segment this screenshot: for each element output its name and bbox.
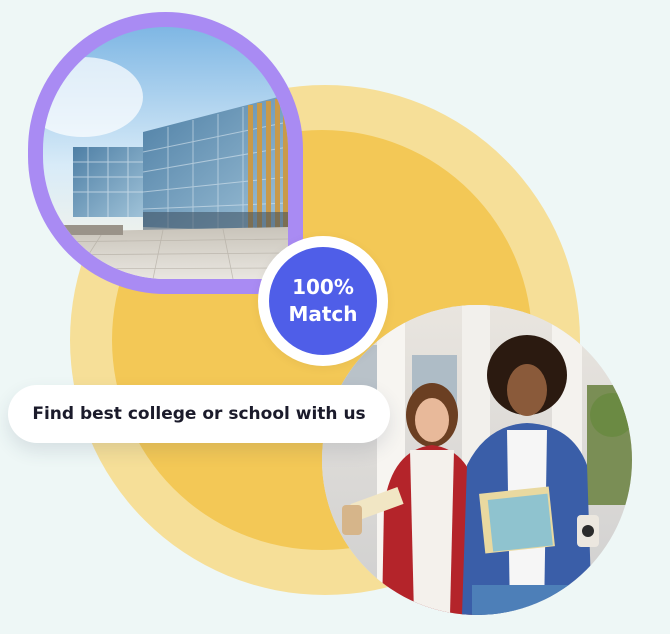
match-badge-core: 100% Match xyxy=(269,247,377,355)
hero-illustration: 100% Match Find best college or school w… xyxy=(0,0,670,634)
match-label: Match xyxy=(288,302,358,326)
students-photo xyxy=(322,305,632,615)
match-badge: 100% Match xyxy=(258,236,388,366)
tagline-pill: Find best college or school with us xyxy=(8,385,390,443)
building-photo xyxy=(43,27,288,279)
tagline-text: Find best college or school with us xyxy=(32,404,366,424)
match-percent: 100% xyxy=(292,275,354,299)
building-photo-frame xyxy=(28,12,303,294)
